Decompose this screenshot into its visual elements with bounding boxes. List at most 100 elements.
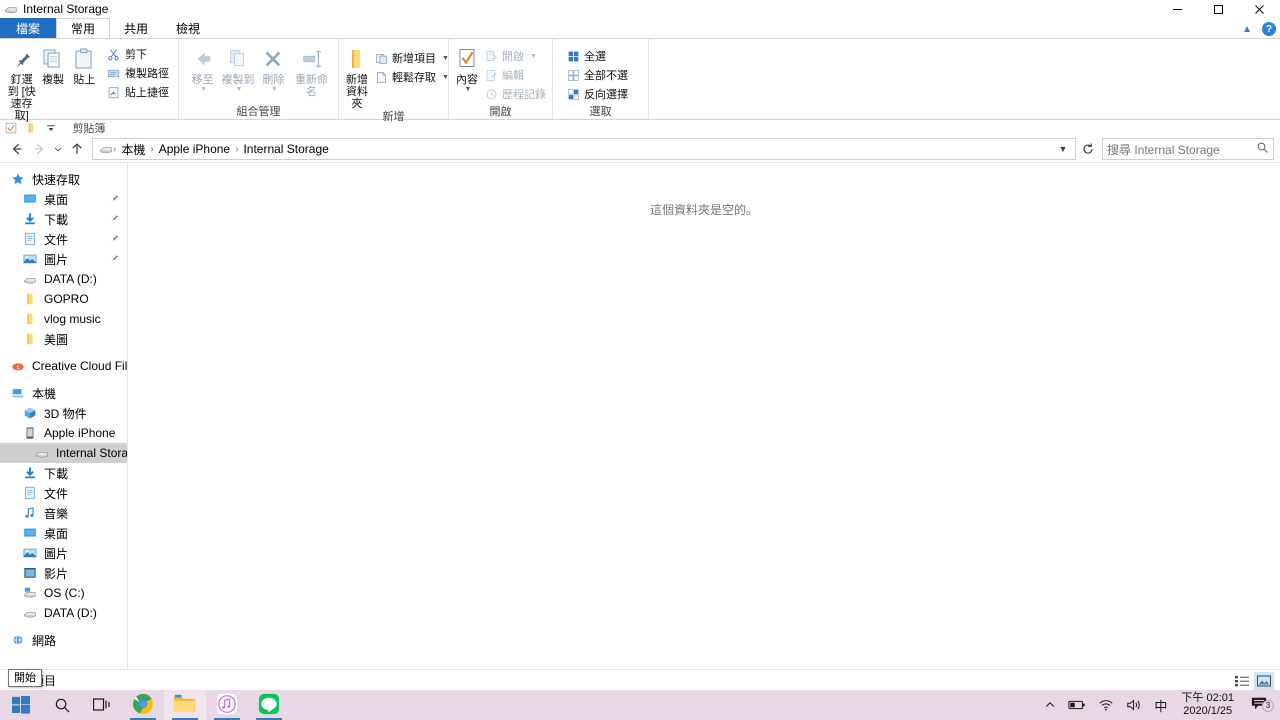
notifications-button[interactable]: 3 — [1242, 696, 1276, 715]
sidebar-item-label: 圖片 — [44, 252, 69, 267]
sidebar-item-meitu[interactable]: 美圖 — [0, 329, 127, 349]
sidebar-item-os-c[interactable]: OS (C:) — [0, 583, 127, 603]
battery-icon[interactable] — [1062, 690, 1092, 720]
folder-icon — [22, 331, 38, 347]
sidebar-item-downloads[interactable]: 下載 — [0, 209, 127, 229]
sidebar-item-apple-iphone[interactable]: Apple iPhone — [0, 423, 127, 443]
history-label: 歷程記錄 — [502, 89, 546, 101]
window-title: Internal Storage — [23, 2, 109, 16]
search-box[interactable]: 搜尋 Internal Storage — [1102, 138, 1274, 160]
sidebar-item-downloads-pc[interactable]: 下載 — [0, 463, 127, 483]
wifi-icon[interactable] — [1092, 690, 1120, 720]
tab-view[interactable]: 檢視 — [162, 18, 214, 38]
refresh-button[interactable] — [1076, 138, 1100, 160]
search-input[interactable]: 搜尋 Internal Storage — [1107, 141, 1256, 158]
details-view-button[interactable] — [1232, 672, 1252, 690]
taskbar-app-chrome[interactable] — [122, 690, 164, 720]
tab-share[interactable]: 共用 — [110, 18, 162, 38]
sidebar-item-this-pc[interactable]: 本機 — [0, 383, 127, 403]
ime-indicator[interactable]: 中 — [1148, 690, 1173, 720]
copy-path-button[interactable]: 複製路徑 — [104, 64, 172, 82]
properties-button[interactable]: 內容 ▼ — [455, 43, 479, 93]
minimize-button[interactable] — [1157, 0, 1198, 18]
select-none-label: 全部不選 — [584, 70, 628, 82]
address-bar[interactable]: › 本機 › Apple iPhone › Internal Storage ▼ — [92, 138, 1076, 160]
large-icons-view-button[interactable] — [1254, 672, 1274, 690]
phone-icon — [22, 425, 38, 441]
pin-to-quick-access-button[interactable]: 釘選到 [快速存取] — [6, 43, 37, 122]
navigation-pane[interactable]: 快速存取 桌面 下載 文件 圖片 DATA (D:) GOPRO vlog mu… — [0, 163, 128, 669]
sidebar-item-desktop[interactable]: 桌面 — [0, 189, 127, 209]
sidebar-item-documents-pc[interactable]: 文件 — [0, 483, 127, 503]
address-dropdown-icon[interactable]: ▼ — [1055, 144, 1071, 154]
recent-locations-button[interactable] — [50, 138, 66, 160]
move-to-button[interactable]: 移至 ▼ — [185, 43, 220, 93]
edit-button[interactable]: 編輯 — [481, 66, 549, 84]
copy-to-button[interactable]: 複製到 ▼ — [220, 43, 255, 93]
breadcrumb-item-internal-storage[interactable]: Internal Storage — [238, 142, 333, 156]
sidebar-item-pictures-pc[interactable]: 圖片 — [0, 543, 127, 563]
copy-button[interactable]: 複製 — [37, 43, 68, 86]
sidebar-item-music[interactable]: 音樂 — [0, 503, 127, 523]
sidebar-item-3d-objects[interactable]: 3D 物件 — [0, 403, 127, 423]
clock[interactable]: 下午 02:01 2020/1/25 — [1173, 692, 1242, 718]
easy-access-button[interactable]: 輕鬆存取 ▼ — [371, 68, 452, 86]
new-item-button[interactable]: 新增項目 ▼ — [371, 49, 452, 67]
title-bar: Internal Storage — [0, 0, 1280, 18]
help-icon[interactable]: ? — [1262, 22, 1276, 36]
sidebar-item-data-d-quick[interactable]: DATA (D:) — [0, 269, 127, 289]
folder-icon — [22, 291, 38, 307]
volume-icon[interactable] — [1120, 690, 1148, 720]
back-button[interactable] — [6, 138, 28, 160]
delete-button[interactable]: 刪除 ▼ — [256, 43, 291, 93]
breadcrumb-item-this-pc[interactable]: 本機 — [116, 141, 150, 158]
tray-overflow-button[interactable] — [1038, 690, 1062, 720]
breadcrumb-item-apple-iphone[interactable]: Apple iPhone — [154, 142, 235, 156]
task-view-button[interactable] — [82, 690, 122, 720]
file-list-area[interactable]: 這個資料夾是空的。 — [128, 163, 1280, 669]
forward-button[interactable] — [28, 138, 50, 160]
cut-button[interactable]: 剪下 — [104, 45, 172, 63]
taskbar-app-line[interactable] — [248, 690, 290, 720]
window-drive-icon — [4, 2, 18, 16]
maximize-button[interactable] — [1198, 0, 1239, 18]
select-none-button[interactable]: 全部不選 — [563, 66, 631, 84]
sidebar-item-internal-storage[interactable]: Internal Storage — [0, 443, 127, 463]
paste-shortcut-button[interactable]: 貼上捷徑 — [104, 83, 172, 101]
tab-file[interactable]: 檔案 — [0, 18, 57, 38]
sidebar-item-quick-access[interactable]: 快速存取 — [0, 169, 127, 189]
open-button[interactable]: 開啟 ▼ — [481, 47, 549, 65]
paste-button[interactable]: 貼上 — [69, 43, 100, 86]
chevron-down-icon: ▼ — [200, 86, 208, 93]
ribbon-filler — [648, 39, 1280, 119]
search-icon[interactable] — [1256, 141, 1269, 157]
up-button[interactable] — [66, 138, 88, 160]
new-folder-button[interactable]: 新增資料夾 — [345, 43, 369, 110]
rename-button[interactable]: 重新命名 — [291, 43, 332, 98]
taskbar-search-button[interactable] — [42, 690, 82, 720]
taskbar-app-file-explorer[interactable] — [164, 690, 206, 720]
sidebar-item-videos[interactable]: 影片 — [0, 563, 127, 583]
sidebar-item-network[interactable]: 網路 — [0, 630, 127, 650]
history-button[interactable]: 歷程記錄 — [481, 85, 549, 103]
chevron-up-icon[interactable]: ▲ — [1242, 24, 1252, 35]
start-button[interactable] — [0, 690, 42, 720]
sidebar-item-creative-cloud-files[interactable]: c Creative Cloud Files — [0, 356, 127, 376]
chevron-down-icon: ▼ — [530, 52, 537, 60]
sidebar-item-gopro[interactable]: GOPRO — [0, 289, 127, 309]
sidebar-item-desktop-pc[interactable]: 桌面 — [0, 523, 127, 543]
sidebar-item-pictures[interactable]: 圖片 — [0, 249, 127, 269]
sidebar-item-vlog-music[interactable]: vlog music — [0, 309, 127, 329]
sidebar-item-data-d[interactable]: DATA (D:) — [0, 603, 127, 623]
select-all-button[interactable]: 全選 — [563, 47, 631, 65]
close-button[interactable] — [1239, 0, 1280, 18]
invert-selection-button[interactable]: 反向選擇 — [563, 85, 631, 103]
sidebar-item-documents[interactable]: 文件 — [0, 229, 127, 249]
taskbar-app-itunes[interactable] — [206, 690, 248, 720]
tab-home[interactable]: 常用 — [56, 18, 111, 38]
ribbon: 釘選到 [快速存取] 複製 貼上 剪下 複製路徑 貼上捷徑 剪貼簿 移至 ▼ 複… — [0, 38, 1280, 135]
address-bar-row: › 本機 › Apple iPhone › Internal Storage ▼… — [0, 136, 1280, 162]
sidebar-item-label: DATA (D:) — [44, 272, 97, 286]
